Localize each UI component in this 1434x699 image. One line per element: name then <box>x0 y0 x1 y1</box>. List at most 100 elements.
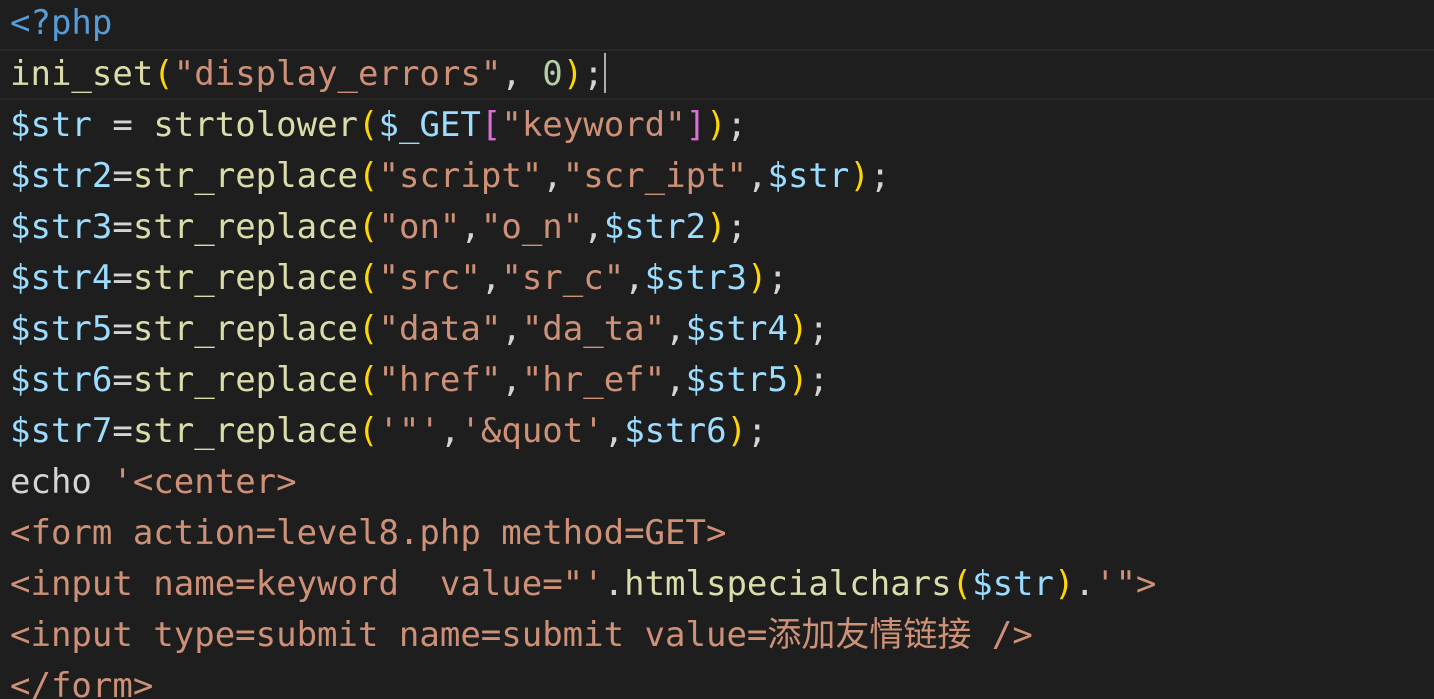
code-line[interactable]: <input type=submit name=submit value=添加友… <box>10 610 1156 661</box>
code-token: strtolower <box>153 105 359 145</box>
code-area[interactable]: <?php ini_set("display_errors", 0); $str =… <box>0 0 1434 699</box>
code-line[interactable]: <form action=level8.php method=GET> <box>10 508 1156 559</box>
code-token: ) <box>706 105 727 145</box>
code-token: $str6 <box>10 360 113 400</box>
code-token: "src" <box>378 258 481 298</box>
code-token: ) <box>562 54 584 94</box>
code-token: ( <box>358 258 379 298</box>
code-token: str_replace <box>132 156 359 196</box>
code-token: = <box>112 309 133 349</box>
code-token: "da_ta" <box>521 309 666 349</box>
code-line[interactable]: $str5=str_replace("data","da_ta",$str4); <box>10 304 1156 355</box>
code-token: $str5 <box>10 309 113 349</box>
code-line[interactable]: $str2=str_replace("script","scr_ipt",$st… <box>10 151 1156 202</box>
code-token: ; <box>747 411 768 451</box>
code-token: ; <box>869 156 891 196</box>
code-token: [ <box>480 105 502 145</box>
code-token: ( <box>358 207 379 247</box>
code-line[interactable]: </form> <box>10 661 1156 699</box>
code-token: , <box>624 258 645 298</box>
code-token: 0 <box>542 54 563 94</box>
code-token: = <box>112 411 133 451</box>
code-token: $str4 <box>685 309 788 349</box>
code-token: . <box>603 564 625 604</box>
code-token: ) <box>787 309 809 349</box>
code-token: ; <box>726 105 748 145</box>
code-token: ; <box>583 54 604 94</box>
code-token: "hr_ef" <box>521 360 666 400</box>
code-token: = <box>91 105 154 145</box>
code-token: , <box>665 309 686 349</box>
code-token: , <box>460 207 481 247</box>
code-token: '"' <box>378 411 440 451</box>
code-token: , <box>665 360 686 400</box>
code-line[interactable]: $str4=str_replace("src","sr_c",$str3); <box>10 253 1156 304</box>
code-token: ( <box>951 564 973 604</box>
code-token: $str5 <box>685 360 788 400</box>
code-line[interactable]: $str7=str_replace('"','&quot',$str6); <box>10 406 1156 457</box>
code-token: ; <box>726 207 748 247</box>
code-line[interactable]: <input name=keyword value="'.htmlspecial… <box>10 559 1156 610</box>
code-token: "display_errors" <box>173 54 502 94</box>
code-token: '&quot' <box>460 411 604 451</box>
code-token: ) <box>706 207 727 247</box>
code-token: ( <box>358 309 379 349</box>
code-token: , <box>501 309 522 349</box>
code-token: = <box>112 258 133 298</box>
code-token: ; <box>808 309 829 349</box>
code-line[interactable]: $str = strtolower($_GET["keyword"]); <box>10 100 1156 151</box>
code-token: str_replace <box>132 309 359 349</box>
code-token: ( <box>358 360 379 400</box>
code-token: $str <box>972 564 1054 604</box>
code-line[interactable]: $str3=str_replace("on","o_n",$str2); <box>10 202 1156 253</box>
code-token: ; <box>808 360 829 400</box>
code-token: "scr_ipt" <box>562 156 747 196</box>
code-token: ) <box>1054 564 1075 604</box>
code-token: = <box>112 207 133 247</box>
code-token: , <box>583 207 604 247</box>
code-token: "o_n" <box>480 207 584 247</box>
code-line[interactable]: echo '<center> <box>10 457 1156 508</box>
code-token: str_replace <box>132 258 359 298</box>
code-token: ; <box>767 258 788 298</box>
code-token: ini_set <box>10 54 154 94</box>
code-token: ( <box>358 411 379 451</box>
code-token: , <box>542 156 563 196</box>
code-token: $str7 <box>10 411 113 451</box>
code-editor[interactable]: <?php ini_set("display_errors", 0); $str =… <box>0 0 1434 699</box>
code-token: , <box>603 411 625 451</box>
code-token: str_replace <box>132 411 359 451</box>
code-token: $str <box>767 156 850 196</box>
code-token: ) <box>787 360 809 400</box>
code-token: "script" <box>378 156 543 196</box>
code-token: $str6 <box>624 411 727 451</box>
code-token: , <box>480 258 502 298</box>
code-token: ) <box>849 156 870 196</box>
code-token: "href" <box>378 360 502 400</box>
code-line[interactable]: ini_set("display_errors", 0); <box>0 49 1434 100</box>
code-token: ( <box>358 105 379 145</box>
code-token: <form action=level8.php method=GET> <box>10 513 727 553</box>
code-token: <input type=submit name=submit value=添加友… <box>10 615 1033 655</box>
code-token: "on" <box>378 207 461 247</box>
code-token: ) <box>726 411 748 451</box>
code-token: , <box>501 360 522 400</box>
code-token: '<center> <box>112 462 297 502</box>
code-token: <input name=keyword value="' <box>10 564 604 604</box>
text-cursor <box>603 53 606 93</box>
code-token: , <box>439 411 461 451</box>
code-token: ( <box>153 54 174 94</box>
code-token: $str4 <box>10 258 113 298</box>
code-token: $_GET <box>378 105 481 145</box>
code-token: str_replace <box>132 360 359 400</box>
code-token: "sr_c" <box>501 258 625 298</box>
code-token: $str3 <box>10 207 113 247</box>
code-line[interactable]: $str6=str_replace("href","hr_ef",$str5); <box>10 355 1156 406</box>
code-token: = <box>112 156 133 196</box>
code-token: ] <box>685 105 707 145</box>
code-token: $str2 <box>10 156 113 196</box>
code-line[interactable]: <?php <box>10 0 1156 49</box>
code-token: '"> <box>1094 564 1157 604</box>
code-token: htmlspecialchars <box>624 564 952 604</box>
